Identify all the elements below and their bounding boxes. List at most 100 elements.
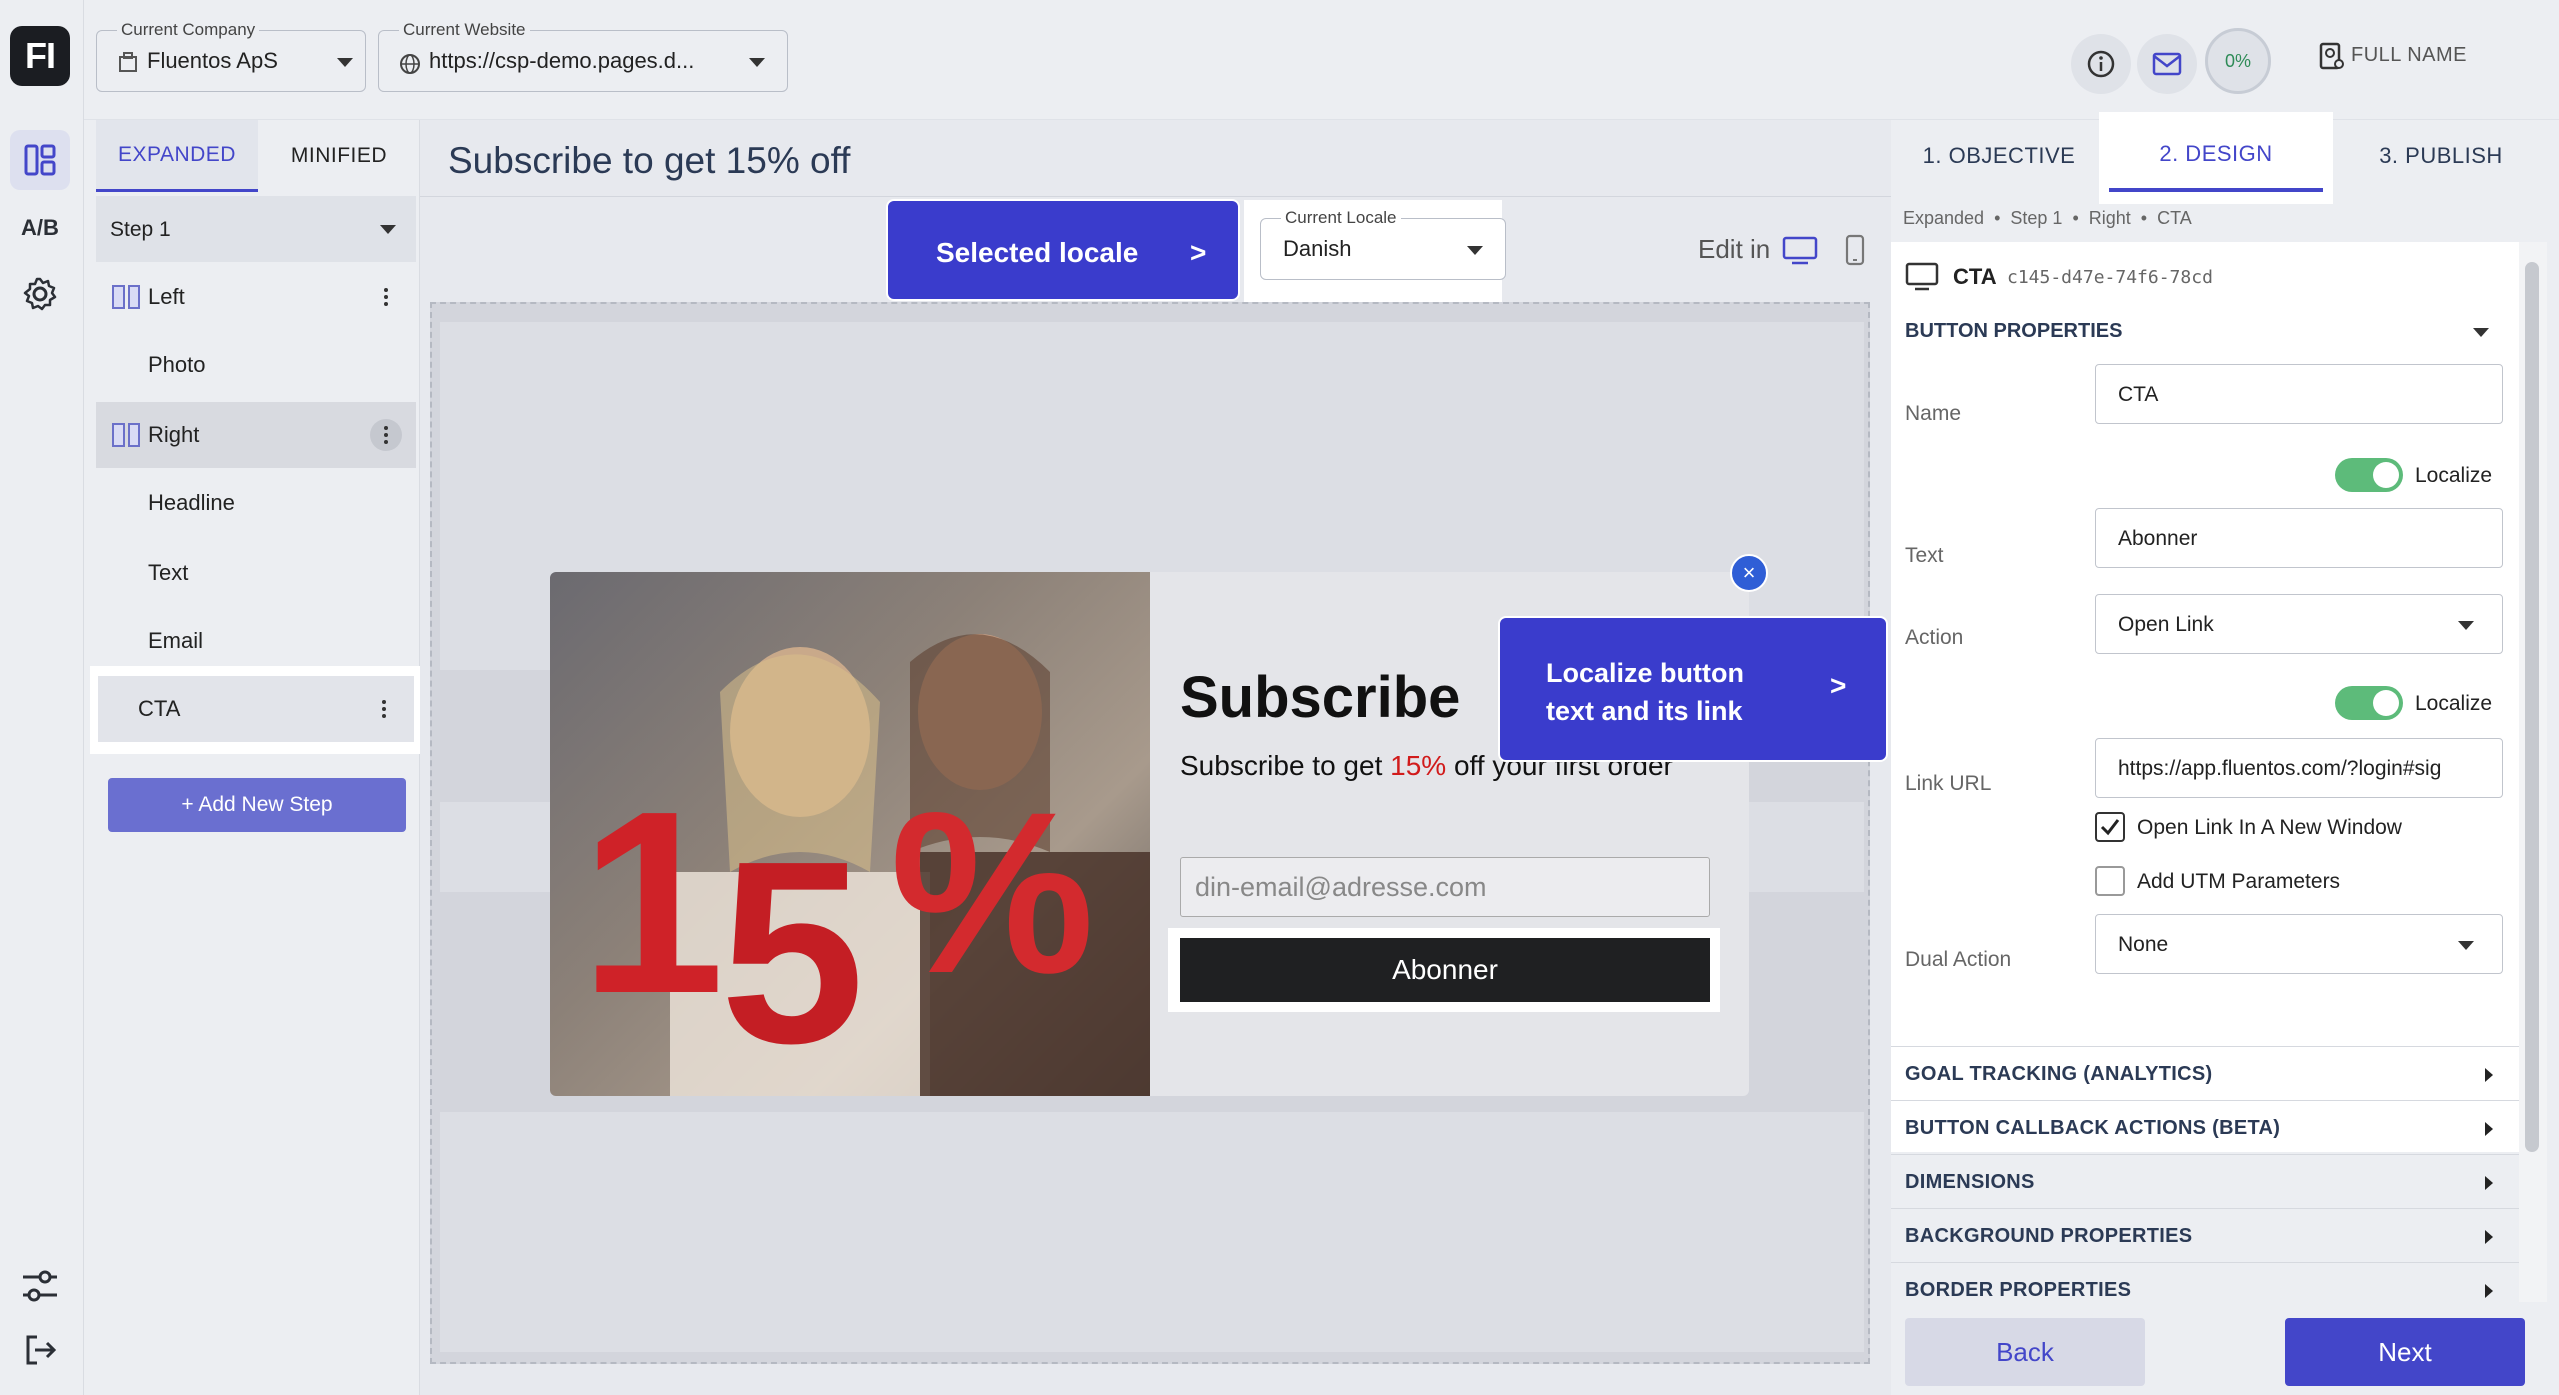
more-icon[interactable] (370, 419, 402, 451)
company-select[interactable]: Current Company Fluentos ApS (96, 20, 366, 92)
mail-icon[interactable] (2137, 34, 2197, 94)
element-name: CTA (1953, 264, 1997, 289)
settings-gear-icon[interactable] (10, 264, 70, 324)
svg-text:5: 5 (720, 808, 865, 1096)
accordion-border[interactable]: BORDER PROPERTIES (1891, 1262, 2519, 1316)
tab-publish[interactable]: 3. PUBLISH (2323, 120, 2559, 192)
chevron-right-icon (2485, 1176, 2493, 1190)
next-button[interactable]: Next (2285, 1318, 2525, 1386)
layer-cta[interactable]: CTA (98, 676, 414, 742)
page-title: Subscribe to get 15% off (448, 140, 851, 181)
info-icon[interactable] (2071, 34, 2131, 94)
link-url-field[interactable]: https://app.fluentos.com/?login#sig (2095, 738, 2503, 798)
layers-panel: EXPANDED MINIFIED Step 1 Left Photo Righ… (84, 120, 424, 1395)
locale-frame (1244, 200, 1506, 304)
step-select[interactable]: Step 1 (96, 196, 416, 262)
ab-test-button[interactable]: A/B (10, 198, 70, 258)
link-url-label: Link URL (1905, 772, 1992, 795)
layer-left[interactable]: Left (96, 264, 416, 330)
layer-right[interactable]: Right (96, 402, 416, 468)
utm-checkbox[interactable] (2095, 866, 2125, 896)
edit-in-label: Edit in (1698, 234, 1771, 264)
text-label: Text (1905, 544, 1944, 567)
layer-label: Photo (148, 352, 206, 377)
progress-indicator: 0% (2205, 28, 2271, 94)
columns-icon (112, 285, 140, 309)
company-icon (119, 52, 137, 72)
panel-footer: Back Next (1891, 1310, 2559, 1395)
dual-action-select[interactable]: None (2095, 914, 2503, 974)
sliders-icon[interactable] (10, 1256, 70, 1316)
add-new-step-button[interactable]: + Add New Step (108, 778, 406, 832)
new-window-label: Open Link In A New Window (2137, 816, 2402, 839)
chevron-down-icon (380, 225, 396, 234)
more-icon[interactable] (368, 693, 400, 725)
chevron-right-icon (2485, 1230, 2493, 1244)
desktop-icon[interactable] (1782, 236, 1818, 266)
tab-expanded[interactable]: EXPANDED (96, 120, 258, 192)
callout-localize-button: Localize button text and its link > (1498, 616, 1888, 762)
scrollbar[interactable] (2519, 242, 2547, 1302)
localize-link-toggle[interactable] (2335, 686, 2403, 720)
tab-minified[interactable]: MINIFIED (258, 120, 420, 192)
new-window-checkbox[interactable] (2095, 812, 2125, 842)
company-value: Fluentos ApS (147, 48, 278, 73)
chevron-down-icon (2458, 621, 2474, 630)
element-id: c145-d47e-74f6-78cd (2007, 267, 2213, 288)
app-logo[interactable]: FI (10, 26, 70, 86)
action-select[interactable]: Open Link (2095, 594, 2503, 654)
promo-photo: 1 5 % (550, 572, 1150, 1096)
promo-highlight: 15% (1390, 750, 1447, 781)
layer-label: Headline (148, 490, 235, 515)
layer-label: Right (148, 422, 200, 447)
accordion-dimensions[interactable]: DIMENSIONS (1891, 1154, 2519, 1208)
svg-text:%: % (890, 764, 1095, 1021)
layer-label: Email (148, 628, 204, 653)
chevron-down-icon[interactable] (2473, 328, 2489, 337)
popup-email-input[interactable]: din-email@adresse.com (1180, 857, 1710, 917)
chevron-right-icon (2485, 1068, 2493, 1082)
company-label: Current Company (117, 20, 260, 40)
localize-label: Localize (2415, 692, 2493, 715)
name-label: Name (1905, 402, 1962, 425)
columns-icon (112, 423, 140, 447)
localize-label: Localize (2415, 464, 2493, 487)
section-title: BUTTON PROPERTIES (1905, 320, 2123, 342)
layer-headline[interactable]: Headline (96, 470, 416, 536)
text-field[interactable]: Abonner (2095, 508, 2503, 568)
user-full-name[interactable]: FULL NAME (2351, 44, 2467, 67)
back-button[interactable]: Back (1905, 1318, 2145, 1386)
more-icon[interactable] (370, 281, 402, 313)
accordion-callback-actions[interactable]: BUTTON CALLBACK ACTIONS (BETA) (1891, 1100, 2519, 1154)
website-select[interactable]: Current Website https://csp-demo.pages.d… (378, 20, 788, 92)
popup-cta-button[interactable]: Abonner (1180, 938, 1710, 1002)
website-label: Current Website (399, 20, 530, 40)
user-toolbar: 0% FULL NAME (1891, 0, 2559, 120)
globe-icon (400, 54, 420, 74)
tab-objective[interactable]: 1. OBJECTIVE (1891, 120, 2107, 192)
layer-label: CTA (138, 696, 181, 721)
dual-action-label: Dual Action (1905, 948, 2012, 971)
tab-design[interactable]: 2. DESIGN (2109, 120, 2323, 192)
popup-close-icon[interactable]: × (1730, 554, 1768, 592)
canvas-band (440, 1112, 1864, 1352)
name-field[interactable]: CTA (2095, 364, 2503, 424)
logout-icon[interactable] (10, 1320, 70, 1380)
profile-icon[interactable] (2319, 42, 2345, 70)
layer-email[interactable]: Email (96, 608, 416, 674)
chevron-right-icon (2485, 1284, 2493, 1298)
top-bar: Current Company Fluentos ApS Current Web… (84, 0, 1891, 120)
mobile-icon[interactable] (1844, 234, 1866, 266)
promo-number-text: 1 (580, 758, 725, 1048)
layer-photo[interactable]: Photo (96, 332, 416, 398)
accordion-goal-tracking[interactable]: GOAL TRACKING (ANALYTICS) (1891, 1046, 2519, 1100)
action-label: Action (1905, 626, 1964, 649)
check-icon (2100, 819, 2120, 836)
layer-text[interactable]: Text (96, 540, 416, 606)
popup-headline: Subscribe (1180, 665, 1461, 730)
chevron-down-icon (749, 58, 765, 67)
accordion-background[interactable]: BACKGROUND PROPERTIES (1891, 1208, 2519, 1262)
layout-icon[interactable] (10, 130, 70, 190)
scroll-thumb[interactable] (2525, 262, 2539, 1152)
localize-text-toggle[interactable] (2335, 458, 2403, 492)
